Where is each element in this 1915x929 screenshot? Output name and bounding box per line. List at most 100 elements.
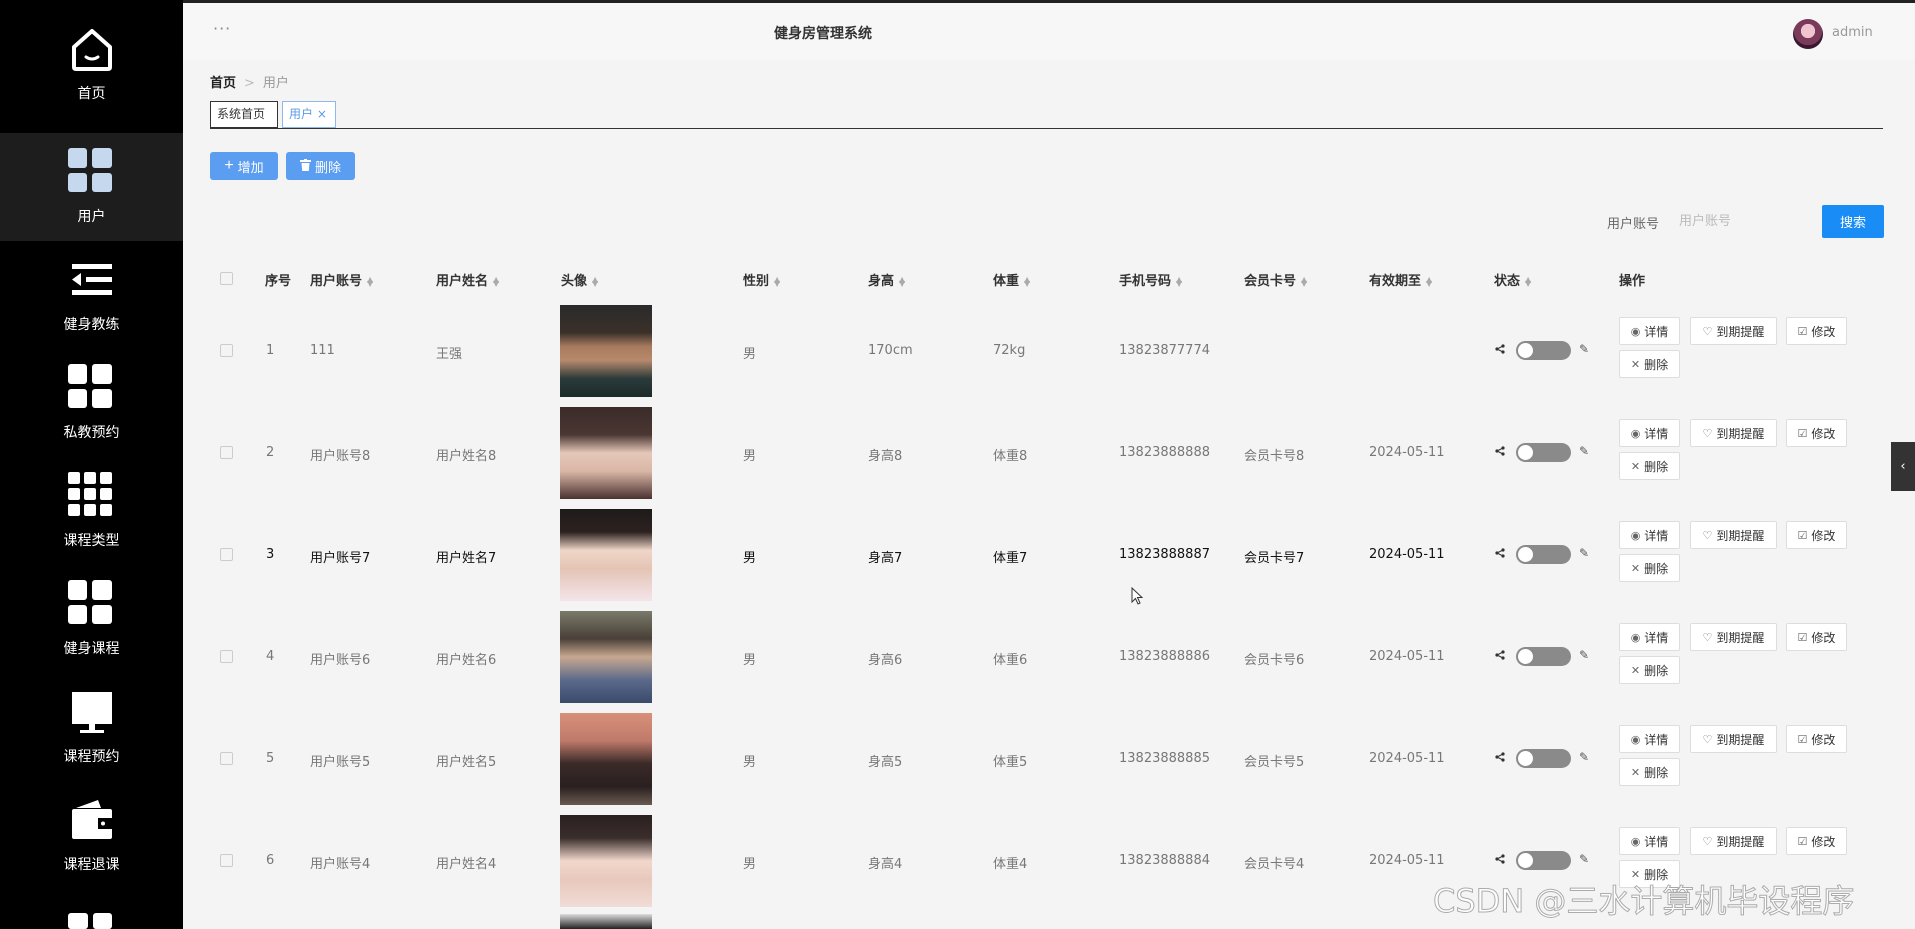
delete-button[interactable]: ✕ 删除 <box>1619 452 1680 480</box>
share-icon[interactable] <box>1495 445 1505 459</box>
table-row[interactable]: 1 111 王强 男 170cm 72kg 13823877774 ✎ ◉ 详情 … <box>210 300 1883 402</box>
pencil-icon[interactable]: ✎ <box>1579 444 1589 458</box>
sidebar-item-course-withdraw[interactable]: 课程退课 <box>0 781 183 889</box>
delete-button[interactable]: ✕ 删除 <box>1619 350 1680 378</box>
remind-button[interactable]: ♡ 到期提醒 <box>1690 725 1777 753</box>
delete-button[interactable]: ✕ 删除 <box>1619 758 1680 786</box>
header-name[interactable]: 用户姓名 ▲ ▼ <box>436 270 499 289</box>
sidebar-item-courses[interactable]: 健身课程 <box>0 565 183 673</box>
tab-label: 系统首页 <box>217 107 266 121</box>
edit-button[interactable]: ☑ 修改 <box>1786 317 1847 345</box>
tab-users[interactable]: 用户 × <box>282 101 336 128</box>
edit-button[interactable]: ☑ 修改 <box>1786 419 1847 447</box>
list-icon <box>68 256 116 304</box>
status-toggle[interactable] <box>1516 851 1571 870</box>
header-card[interactable]: 会员卡号 ▲ ▼ <box>1244 270 1307 289</box>
user-avatar-image[interactable] <box>560 815 652 907</box>
status-toggle[interactable] <box>1516 749 1571 768</box>
remind-button[interactable]: ♡ 到期提醒 <box>1690 827 1777 855</box>
detail-button[interactable]: ◉ 详情 <box>1619 623 1680 651</box>
status-toggle[interactable] <box>1516 341 1571 360</box>
delete-button[interactable]: ✕ 删除 <box>1619 554 1680 582</box>
search-input[interactable] <box>1671 205 1811 237</box>
select-all-checkbox[interactable] <box>220 272 233 285</box>
user-avatar-image[interactable] <box>560 914 652 929</box>
header-gender[interactable]: 性别 ▲ ▼ <box>743 270 780 289</box>
edit-label: 修改 <box>1811 834 1836 849</box>
close-icon: ✕ <box>1630 561 1641 575</box>
table-row[interactable]: 2 用户账号8 用户姓名8 男 身高8 体重8 13823888888 会员卡号… <box>210 402 1883 504</box>
status-toggle[interactable] <box>1516 545 1571 564</box>
cell-phone: 13823888886 <box>1119 649 1210 664</box>
share-icon[interactable] <box>1495 547 1505 561</box>
row-checkbox[interactable] <box>220 548 233 561</box>
pencil-icon[interactable]: ✎ <box>1579 546 1589 560</box>
cell-account: 用户账号5 <box>310 755 371 770</box>
avatar[interactable] <box>1793 19 1823 49</box>
detail-button[interactable]: ◉ 详情 <box>1619 725 1680 753</box>
share-icon[interactable] <box>1495 751 1505 765</box>
remind-button[interactable]: ♡ 到期提醒 <box>1690 521 1777 549</box>
table-row[interactable]: 5 用户账号5 用户姓名5 男 身高5 体重5 13823888885 会员卡号… <box>210 708 1883 810</box>
edit-button[interactable]: ☑ 修改 <box>1786 623 1847 651</box>
user-avatar-image[interactable] <box>560 713 652 805</box>
header-phone[interactable]: 手机号码 ▲ ▼ <box>1119 270 1182 289</box>
edit-icon: ☑ <box>1797 732 1808 746</box>
user-avatar-image[interactable] <box>560 509 652 601</box>
share-icon[interactable] <box>1495 853 1505 867</box>
collapse-panel-button[interactable]: ‹ <box>1891 442 1915 491</box>
cell-weight: 体重7 <box>993 551 1028 566</box>
detail-label: 详情 <box>1644 834 1669 849</box>
status-toggle[interactable] <box>1516 443 1571 462</box>
detail-button[interactable]: ◉ 详情 <box>1619 521 1680 549</box>
remind-button[interactable]: ♡ 到期提醒 <box>1690 419 1777 447</box>
remind-button[interactable]: ♡ 到期提醒 <box>1690 317 1777 345</box>
row-checkbox[interactable] <box>220 650 233 663</box>
edit-button[interactable]: ☑ 修改 <box>1786 521 1847 549</box>
table-row[interactable]: 3 用户账号7 用户姓名7 男 身高7 体重7 13823888887 会员卡号… <box>210 504 1883 606</box>
share-icon[interactable] <box>1495 343 1505 357</box>
share-icon[interactable] <box>1495 649 1505 663</box>
sidebar-item-coaches[interactable]: 健身教练 <box>0 241 183 349</box>
edit-button[interactable]: ☑ 修改 <box>1786 827 1847 855</box>
edit-button[interactable]: ☑ 修改 <box>1786 725 1847 753</box>
sidebar-item-home[interactable]: 首页 <box>0 10 183 118</box>
header-account[interactable]: 用户账号 ▲ ▼ <box>310 270 373 289</box>
add-button[interactable]: + 增加 <box>210 152 278 180</box>
status-toggle[interactable] <box>1516 647 1571 666</box>
tab-home[interactable]: 系统首页 <box>210 101 278 128</box>
table-row[interactable]: 4 用户账号6 用户姓名6 男 身高6 体重6 13823888886 会员卡号… <box>210 606 1883 708</box>
row-checkbox[interactable] <box>220 344 233 357</box>
pencil-icon[interactable]: ✎ <box>1579 342 1589 356</box>
breadcrumb-home[interactable]: 首页 <box>210 76 236 91</box>
detail-button[interactable]: ◉ 详情 <box>1619 419 1680 447</box>
row-checkbox[interactable] <box>220 752 233 765</box>
cell-gender: 男 <box>743 449 757 464</box>
user-avatar-image[interactable] <box>560 305 652 397</box>
cell-account: 用户账号8 <box>310 449 371 464</box>
delete-button[interactable]: ✕ 删除 <box>1619 656 1680 684</box>
header-avatar[interactable]: 头像 ▲ ▼ <box>561 270 598 289</box>
pencil-icon[interactable]: ✎ <box>1579 648 1589 662</box>
username[interactable]: admin <box>1832 25 1873 40</box>
header-height[interactable]: 身高 ▲ ▼ <box>868 270 905 289</box>
header-expire[interactable]: 有效期至 ▲ ▼ <box>1369 270 1432 289</box>
user-avatar-image[interactable] <box>560 407 652 499</box>
header-status[interactable]: 状态 ▲ ▼ <box>1494 270 1531 289</box>
pencil-icon[interactable]: ✎ <box>1579 750 1589 764</box>
row-checkbox[interactable] <box>220 854 233 867</box>
row-checkbox[interactable] <box>220 446 233 459</box>
sidebar-item-course-types[interactable]: 课程类型 <box>0 457 183 565</box>
remind-button[interactable]: ♡ 到期提醒 <box>1690 623 1777 651</box>
sidebar-item-course-booking[interactable]: 课程预约 <box>0 673 183 781</box>
header-weight[interactable]: 体重 ▲ ▼ <box>993 270 1030 289</box>
sidebar-item-private-booking[interactable]: 私教预约 <box>0 349 183 457</box>
search-button[interactable]: 搜索 <box>1822 205 1884 238</box>
detail-button[interactable]: ◉ 详情 <box>1619 827 1680 855</box>
sidebar-item-users[interactable]: 用户 <box>0 133 183 241</box>
detail-button[interactable]: ◉ 详情 <box>1619 317 1680 345</box>
batch-delete-button[interactable]: 删除 <box>286 152 355 180</box>
user-avatar-image[interactable] <box>560 611 652 703</box>
close-icon[interactable]: × <box>317 107 327 121</box>
pencil-icon[interactable]: ✎ <box>1579 852 1589 866</box>
